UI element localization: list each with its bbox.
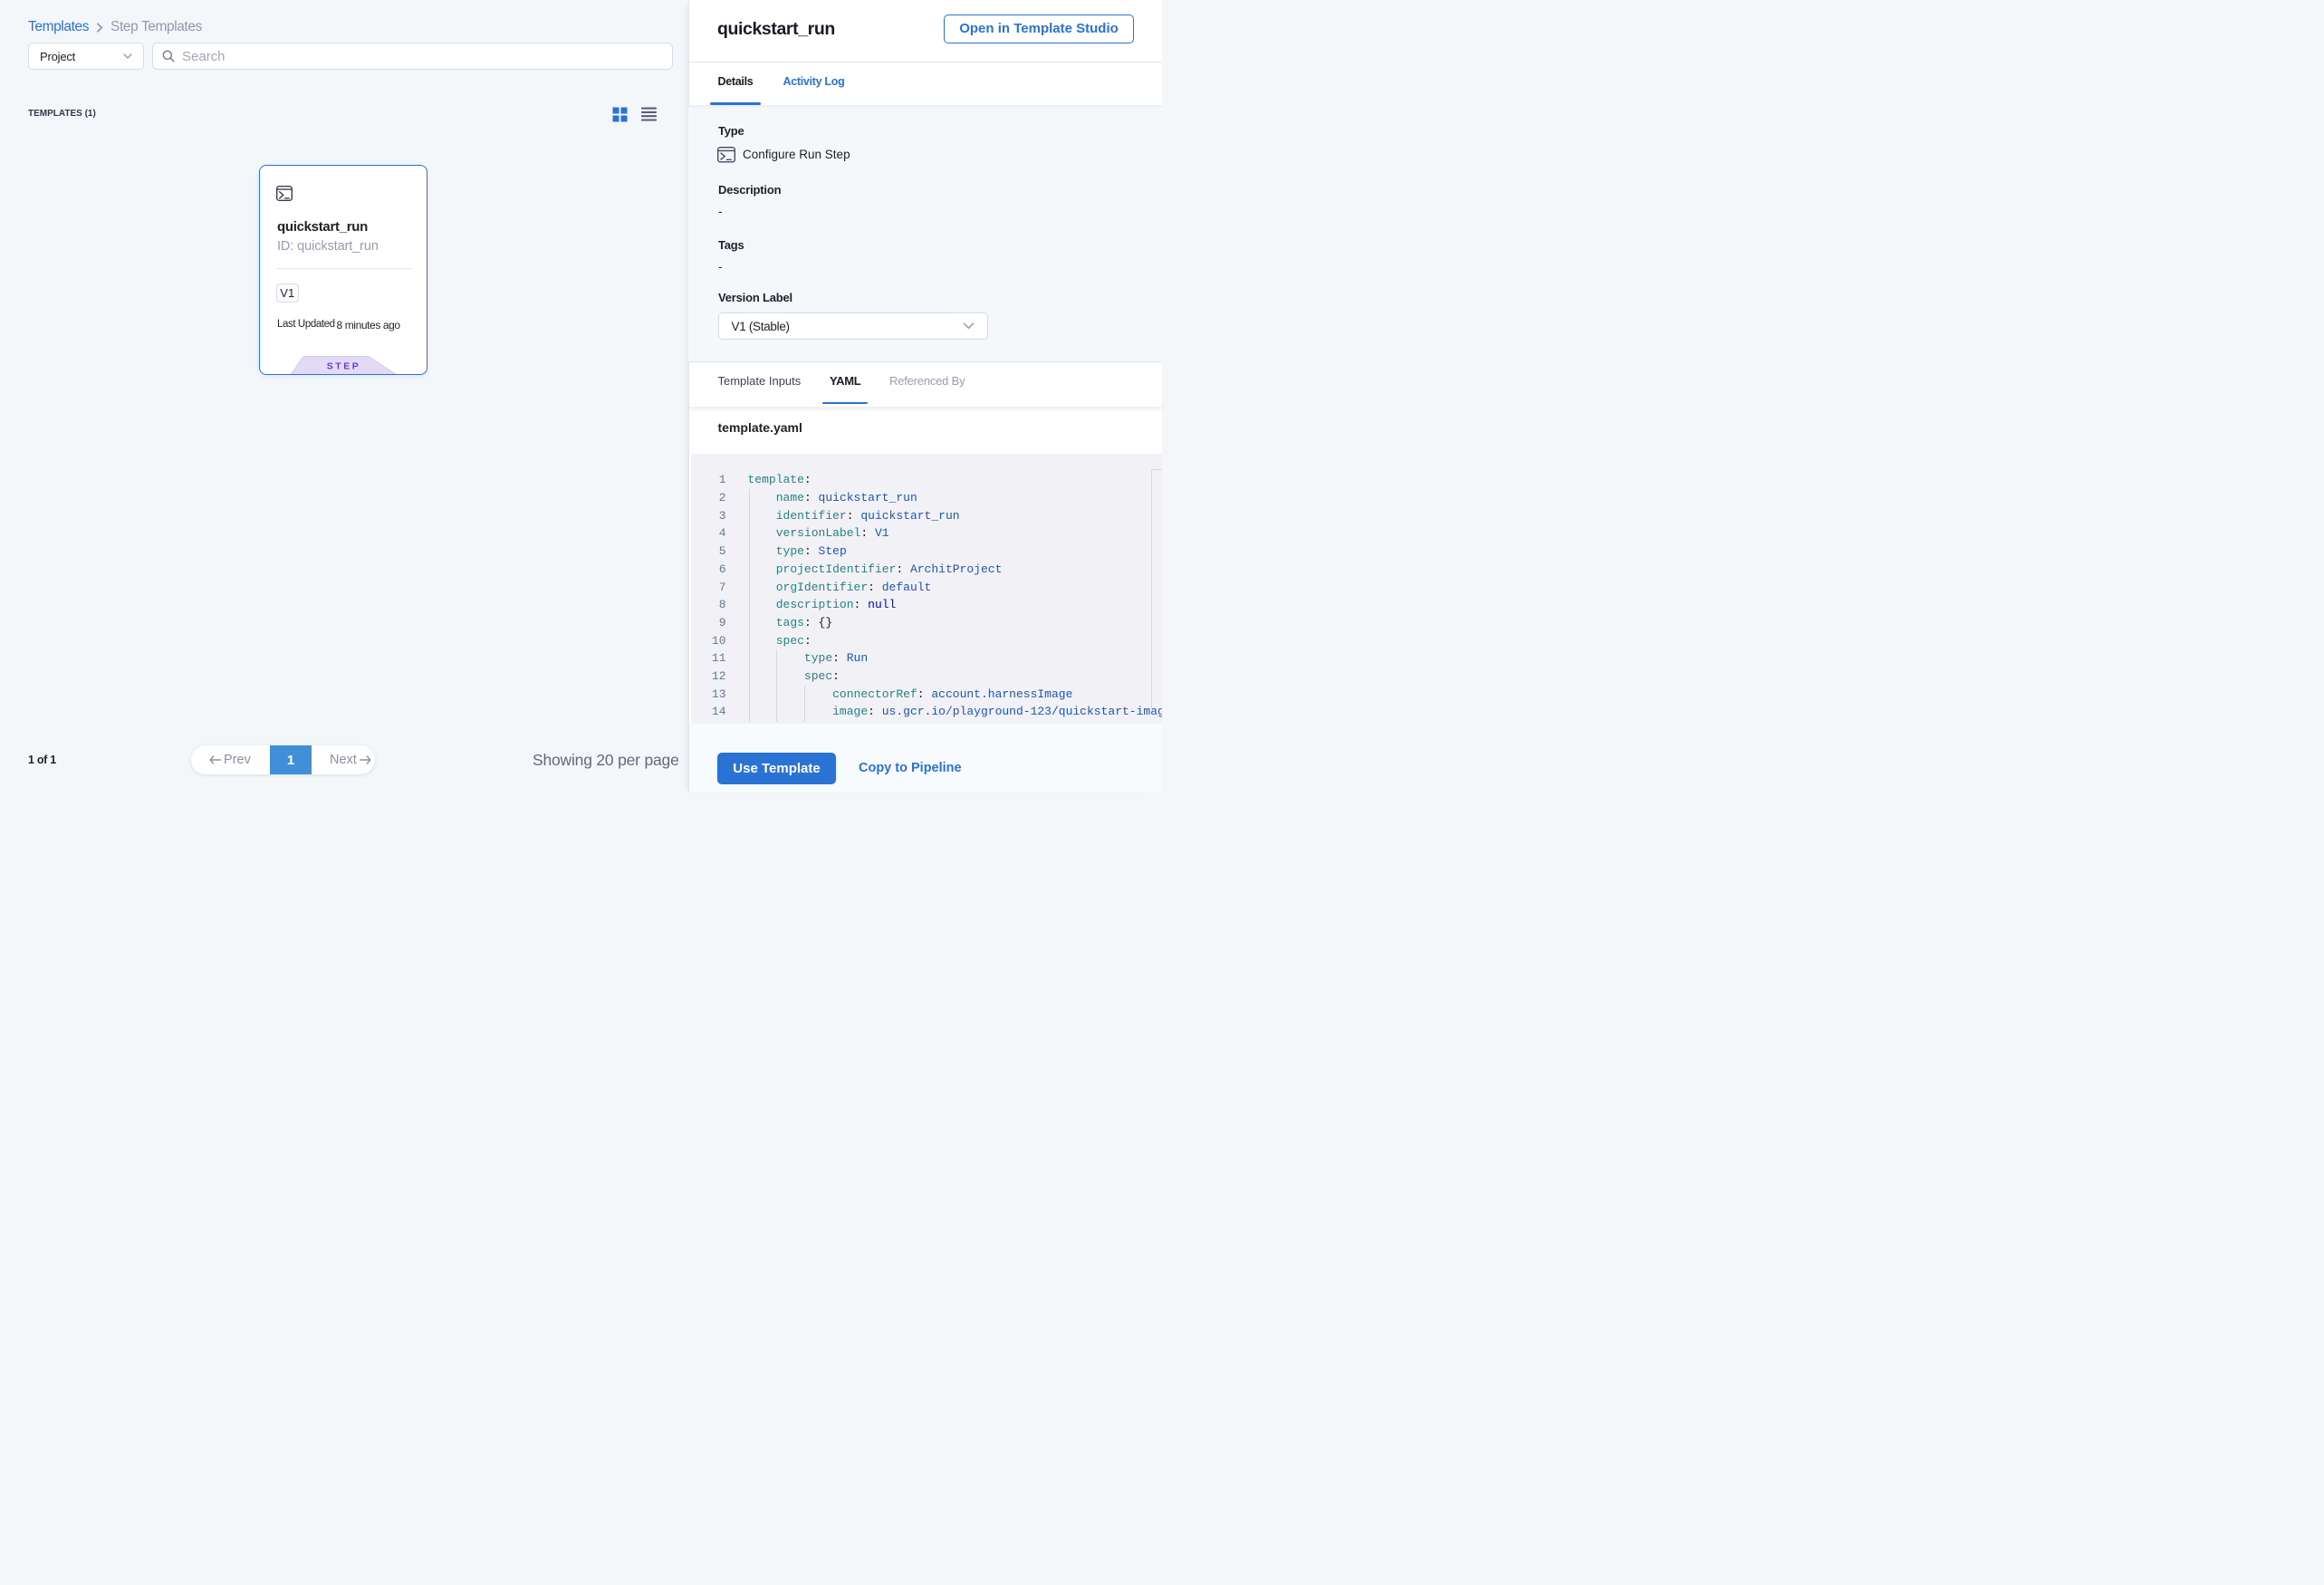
svg-text:STEP: STEP (327, 361, 360, 372)
